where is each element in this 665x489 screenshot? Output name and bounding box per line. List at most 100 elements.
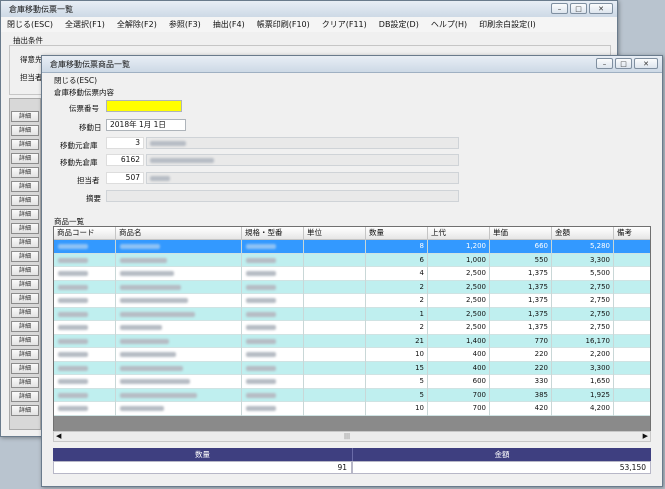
column-header[interactable]: 商品コード: [54, 227, 116, 240]
product-name-cell: [116, 294, 242, 308]
menu-print[interactable]: 帳票印刷(F10): [251, 17, 316, 32]
table-row[interactable]: 4 2,500 1,375 5,500: [54, 267, 650, 281]
scroll-left-icon[interactable]: ◀: [56, 432, 61, 440]
list-cell: 2,500: [428, 294, 490, 308]
table-row[interactable]: 8 1,200 660 5,280: [54, 240, 650, 254]
detail-button[interactable]: 詳細: [11, 349, 39, 360]
product-name-cell: [116, 375, 242, 389]
person-name: [146, 172, 459, 184]
table-row[interactable]: 2 2,500 1,375 2,750: [54, 280, 650, 295]
detail-button[interactable]: 詳細: [11, 139, 39, 150]
minimize-icon[interactable]: –: [596, 58, 613, 69]
detail-button[interactable]: 詳細: [11, 125, 39, 136]
horizontal-scrollbar[interactable]: ◀ ||| ▶: [53, 431, 651, 442]
product-code-cell: [54, 388, 116, 402]
product-name-cell: [116, 321, 242, 335]
maximize-icon[interactable]: □: [570, 3, 587, 14]
column-header[interactable]: 上代: [428, 227, 490, 240]
remarks-cell: [614, 281, 650, 295]
scroll-right-icon[interactable]: ▶: [643, 432, 648, 440]
column-header[interactable]: 備考: [614, 227, 650, 240]
amount-cell: 16,170: [552, 334, 614, 348]
menu-db-settings[interactable]: DB設定(D): [373, 17, 425, 32]
table-row[interactable]: 15 400 220 3,300: [54, 361, 650, 375]
detail-button[interactable]: 詳細: [11, 195, 39, 206]
close-icon[interactable]: ✕: [589, 3, 613, 14]
product-code-cell: [54, 348, 116, 362]
detail-button[interactable]: 詳細: [11, 335, 39, 346]
table-row[interactable]: 6 1,000 550 3,300: [54, 253, 650, 267]
column-header[interactable]: 規格・型番: [242, 227, 304, 240]
product-grid: 商品コード 商品名 規格・型番 単位 数量 上代 単価 金額 備考 8 1,200 660 5,280 6…: [53, 226, 651, 433]
menu-help[interactable]: ヘルプ(H): [425, 17, 473, 32]
from-warehouse-code[interactable]: 3: [106, 137, 144, 149]
detail-button[interactable]: 詳細: [11, 391, 39, 402]
menu-clear[interactable]: クリア(F11): [316, 17, 373, 32]
column-header[interactable]: 商品名: [116, 227, 242, 240]
person-code[interactable]: 507: [106, 172, 144, 184]
remarks-cell: [614, 402, 650, 416]
product-code-cell: [54, 402, 116, 416]
detail-button[interactable]: 詳細: [11, 377, 39, 388]
move-date-input[interactable]: 2018年 1月 1日: [106, 119, 186, 131]
table-row[interactable]: 2 2,500 1,375 2,750: [54, 294, 650, 308]
unit-cell: 220: [490, 348, 552, 362]
amount-cell: 3,300: [552, 253, 614, 267]
minimize-icon[interactable]: –: [551, 3, 568, 14]
back-label-customer: 得意先: [20, 55, 43, 64]
close-icon[interactable]: ✕: [634, 58, 658, 69]
front-menu-close[interactable]: 閉じる(ESC): [54, 75, 97, 86]
detail-button[interactable]: 詳細: [11, 363, 39, 374]
table-row[interactable]: 21 1,400 770 16,170: [54, 334, 650, 348]
to-warehouse-label: 移動先倉庫: [60, 158, 98, 167]
amount-cell: 5,500: [552, 267, 614, 281]
summary-amount-value: 53,150: [352, 461, 651, 474]
detail-button[interactable]: 詳細: [11, 265, 39, 276]
detail-button[interactable]: 詳細: [11, 293, 39, 304]
detail-button[interactable]: 詳細: [11, 181, 39, 192]
detail-button[interactable]: 詳細: [11, 223, 39, 234]
menu-close[interactable]: 閉じる(ESC): [1, 17, 59, 32]
table-row[interactable]: 10 700 420 4,200: [54, 402, 650, 416]
menu-deselect-all[interactable]: 全解除(F2): [111, 17, 163, 32]
qty-cell: 6: [366, 253, 428, 267]
table-row[interactable]: 5 700 385 1,925: [54, 388, 650, 402]
spec-cell: [242, 334, 304, 348]
slip-no-input[interactable]: [106, 100, 182, 112]
unit-name-cell: [304, 402, 366, 416]
detail-button[interactable]: 詳細: [11, 237, 39, 248]
menu-extract[interactable]: 抽出(F4): [207, 17, 251, 32]
menu-select-all[interactable]: 全選択(F1): [59, 17, 111, 32]
menu-refer[interactable]: 参照(F3): [163, 17, 207, 32]
detail-button[interactable]: 詳細: [11, 405, 39, 416]
to-warehouse-code[interactable]: 6162: [106, 154, 144, 166]
table-row[interactable]: 1 2,500 1,375 2,750: [54, 307, 650, 321]
detail-button[interactable]: 詳細: [11, 167, 39, 178]
detail-button[interactable]: 詳細: [11, 209, 39, 220]
table-row[interactable]: 2 2,500 1,375 2,750: [54, 321, 650, 335]
amount-cell: 2,750: [552, 307, 614, 321]
detail-button[interactable]: 詳細: [11, 307, 39, 318]
memo-field[interactable]: [106, 190, 459, 202]
qty-cell: 10: [366, 402, 428, 416]
amount-cell: 2,750: [552, 294, 614, 308]
unit-name-cell: [304, 240, 366, 254]
back-menubar: 閉じる(ESC) 全選択(F1) 全解除(F2) 参照(F3) 抽出(F4) 帳…: [1, 17, 617, 32]
column-header[interactable]: 金額: [552, 227, 614, 240]
detail-button[interactable]: 詳細: [11, 321, 39, 332]
detail-button[interactable]: 詳細: [11, 153, 39, 164]
scroll-thumb[interactable]: |||: [344, 433, 350, 440]
column-header[interactable]: 単位: [304, 227, 366, 240]
detail-button[interactable]: 詳細: [11, 251, 39, 262]
column-header[interactable]: 単価: [490, 227, 552, 240]
table-row[interactable]: 10 400 220 2,200: [54, 348, 650, 362]
menu-print-margin[interactable]: 印刷余白設定(I): [473, 17, 542, 32]
spec-cell: [242, 402, 304, 416]
detail-button[interactable]: 詳細: [11, 111, 39, 122]
qty-cell: 5: [366, 375, 428, 389]
list-cell: 600: [428, 375, 490, 389]
maximize-icon[interactable]: □: [615, 58, 632, 69]
column-header[interactable]: 数量: [366, 227, 428, 240]
detail-button[interactable]: 詳細: [11, 279, 39, 290]
table-row[interactable]: 5 600 330 1,650: [54, 375, 650, 389]
